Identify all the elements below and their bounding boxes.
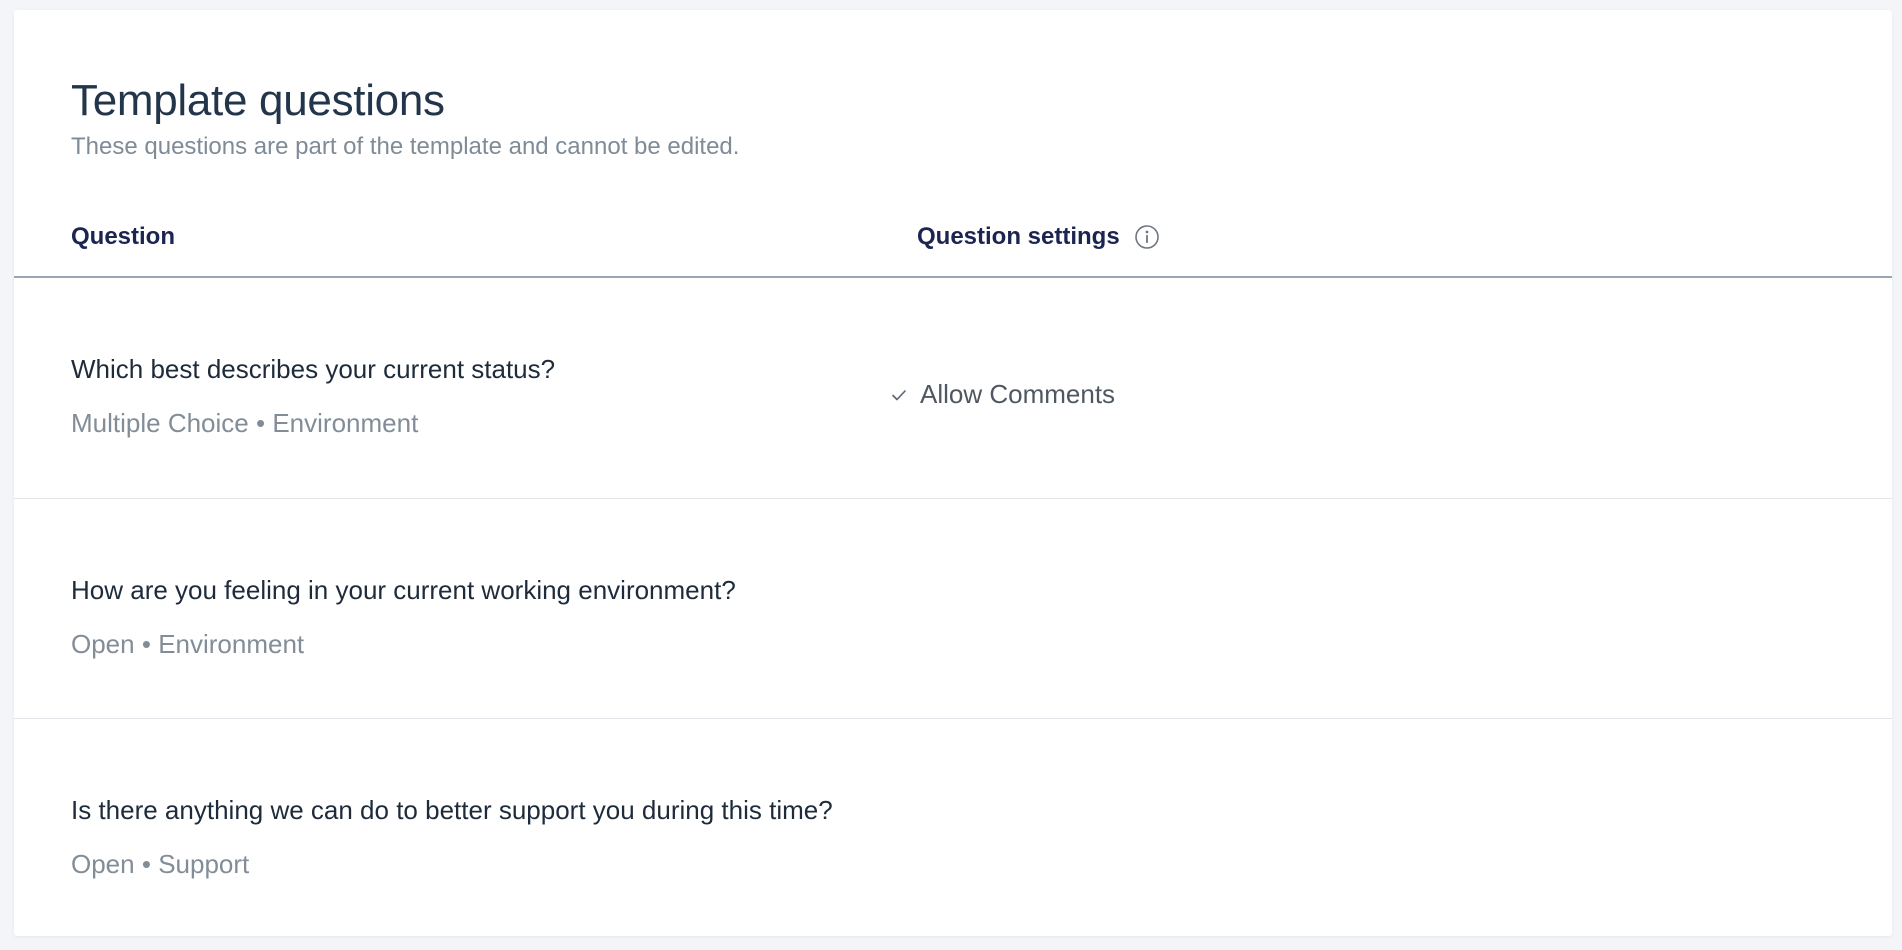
section-subtitle: These questions are part of the template… [71,132,740,160]
question-row: Is there anything we can do to better su… [14,718,1892,936]
column-header-question: Question [71,223,175,252]
column-header-question-label: Question [71,223,176,250]
meta-separator: • [141,849,151,879]
info-icon[interactable] [1134,224,1160,250]
section-header: Template questions These questions are p… [71,75,739,162]
question-meta: Open • Environment [71,629,304,660]
question-text: Which best describes your current status… [71,354,556,384]
question-type: Open [71,629,135,659]
question-meta: Open • Support [71,849,249,880]
question-category: Support [158,849,250,879]
section-title: Template questions [71,76,445,125]
question-type: Multiple Choice [71,408,249,438]
template-questions-card: Template questions These questions are p… [14,10,1892,936]
setting-label: Allow Comments [920,379,1116,409]
meta-separator: • [255,408,266,438]
column-header-settings: Question settings [917,223,1160,252]
question-category: Environment [272,408,419,438]
question-row: Which best describes your current status… [14,278,1892,498]
question-meta: Multiple Choice • Environment [71,408,418,439]
question-type: Open [71,849,135,879]
setting-allow-comments: Allow Comments [890,379,1115,410]
question-category: Environment [158,629,305,659]
question-text: Is there anything we can do to better su… [71,795,833,825]
meta-separator: • [141,629,151,659]
column-header-settings-label: Question settings [917,223,1120,250]
question-row: How are you feeling in your current work… [14,498,1892,718]
check-icon [890,386,908,404]
question-text: How are you feeling in your current work… [71,575,736,605]
